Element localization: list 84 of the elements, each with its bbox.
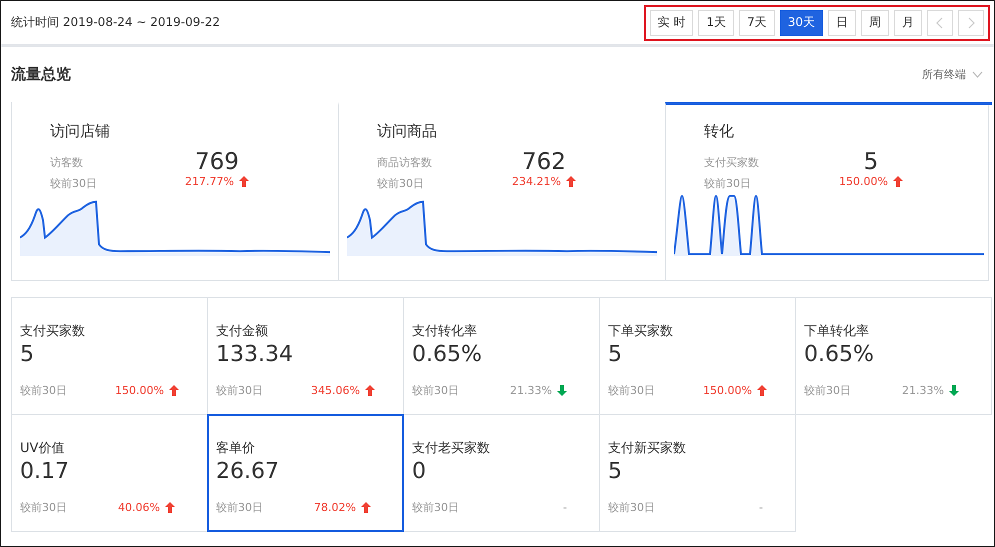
metric-value: 133.34 [216, 342, 294, 367]
metric-label: 客单价 [216, 440, 256, 457]
metric-value: 762 [522, 149, 566, 175]
metric-label: UV价值 [20, 440, 66, 457]
metric-label: 支付买家数 [704, 155, 760, 170]
chevron-left-icon [936, 16, 944, 28]
period-button[interactable]: 实 时 [650, 10, 694, 36]
metric-value: 0.65% [804, 342, 875, 367]
compare-label: 较前30日 [608, 383, 656, 398]
change-percent: 345.06% [311, 384, 360, 397]
compare-label: 较前30日 [412, 500, 460, 515]
arrow-up-icon [361, 502, 371, 513]
metric-label: 支付老买家数 [412, 440, 491, 457]
summary-card[interactable]: 转化 支付买家数 较前30日 5 150.00% [665, 102, 992, 280]
compare-label: 较前30日 [377, 176, 425, 191]
metric-label: 访客数 [50, 155, 84, 170]
period-button[interactable]: 日 [828, 10, 856, 36]
metric-value: 5 [608, 459, 623, 484]
change-percent: 217.77% [185, 175, 234, 188]
metric-tile[interactable]: 客单价 26.67 较前30日 78.02% [207, 414, 404, 532]
metric-label: 支付金额 [216, 323, 269, 340]
arrow-up-icon [165, 502, 175, 513]
date-range: 统计时间 2019-08-24 ~ 2019-09-22 [11, 14, 220, 31]
change-percent: 150.00% [703, 384, 752, 397]
metric-value: 26.67 [216, 459, 280, 484]
card-title: 访问店铺 [49, 122, 111, 141]
compare-label: 较前30日 [216, 500, 264, 515]
summary-card[interactable]: 访问商品 商品访客数 较前30日 762 234.21% [338, 102, 665, 280]
change-percent: 234.21% [512, 175, 561, 188]
card-title: 访问商品 [376, 122, 438, 141]
metric-tile[interactable]: UV价值 0.17 较前30日 40.06% [11, 414, 208, 532]
metric-tile[interactable]: 下单转化率 0.65% 较前30日 21.33% [795, 297, 992, 415]
previous-button[interactable] [927, 10, 953, 36]
compare-label: 较前30日 [608, 500, 656, 515]
compare-label: 较前30日 [216, 383, 264, 398]
compare-label: 较前30日 [804, 383, 852, 398]
metric-tile[interactable]: 支付买家数 5 较前30日 150.00% [11, 297, 208, 415]
period-button[interactable]: 周 [861, 10, 889, 36]
metric-label: 支付买家数 [20, 323, 86, 340]
metric-value: 0.17 [20, 459, 70, 484]
card-title: 转化 [703, 122, 735, 141]
next-button[interactable] [958, 10, 984, 36]
arrow-up-icon [566, 176, 576, 187]
period-button[interactable]: 30天 [780, 10, 823, 36]
arrow-down-icon [557, 385, 567, 396]
arrow-up-icon [238, 176, 249, 187]
metric-label: 支付新买家数 [608, 440, 687, 457]
metric-value: 769 [195, 149, 239, 175]
metric-value: 0.65% [412, 342, 483, 367]
metric-label: 下单转化率 [804, 323, 870, 340]
metric-label: 下单买家数 [608, 323, 674, 340]
compare-label: 较前30日 [50, 176, 98, 191]
compare-label: 较前30日 [20, 500, 68, 515]
arrow-up-icon [168, 385, 179, 396]
arrow-down-icon [949, 385, 959, 396]
period-button[interactable]: 1天 [698, 10, 734, 36]
change-percent: - [759, 501, 763, 514]
summary-card[interactable]: 访问店铺 访客数 较前30日 769 217.77% [12, 102, 338, 280]
change-percent: 21.33% [510, 384, 552, 397]
change-percent: 21.33% [902, 384, 944, 397]
metric-label: 支付转化率 [412, 323, 478, 340]
metric-value: 5 [20, 342, 35, 367]
metric-value: 5 [608, 342, 623, 367]
arrow-up-icon [892, 176, 903, 187]
arrow-up-icon [364, 385, 375, 396]
change-percent: 78.02% [314, 501, 356, 514]
period-button[interactable]: 7天 [739, 10, 775, 36]
metric-value: 0 [412, 459, 427, 484]
change-percent: - [563, 501, 567, 514]
terminal-dropdown[interactable]: 所有终端 [916, 67, 989, 82]
metric-label: 商品访客数 [377, 155, 433, 170]
chevron-right-icon [967, 16, 975, 28]
change-percent: 40.06% [118, 501, 160, 514]
arrow-up-icon [756, 385, 767, 396]
change-percent: 150.00% [839, 175, 888, 188]
compare-label: 较前30日 [412, 383, 460, 398]
period-button[interactable]: 月 [894, 10, 922, 36]
metric-tile[interactable]: 支付新买家数 5 较前30日 - [599, 414, 796, 532]
compare-label: 较前30日 [704, 176, 752, 191]
metric-value: 5 [864, 149, 878, 175]
chevron-down-icon [972, 71, 983, 78]
compare-label: 较前30日 [20, 383, 68, 398]
change-percent: 150.00% [115, 384, 164, 397]
section-title: 流量总览 [11, 65, 71, 84]
